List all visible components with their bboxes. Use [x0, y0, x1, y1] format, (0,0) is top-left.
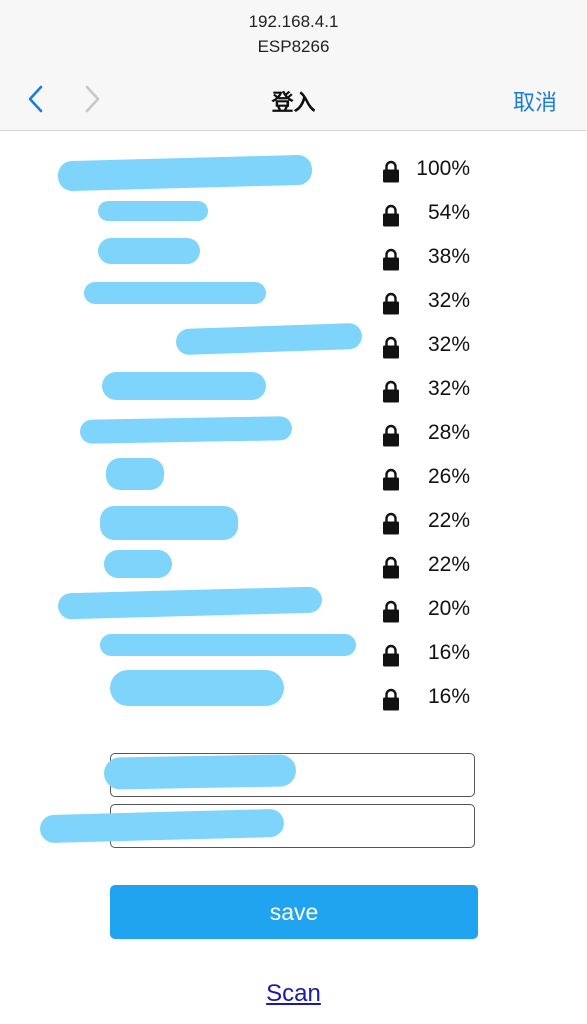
signal-quality: 16% — [427, 685, 470, 708]
signal-quality: 16% — [427, 641, 470, 664]
redaction-mark — [110, 670, 284, 706]
signal-quality: 26% — [427, 465, 470, 488]
lock-icon — [383, 688, 399, 711]
lock-icon — [383, 336, 399, 359]
nav-title: 登入 — [271, 90, 316, 115]
network-row: 28% — [0, 414, 587, 458]
redaction-mark — [57, 154, 313, 192]
redaction-mark — [57, 586, 323, 620]
redaction-mark — [98, 238, 200, 264]
lock-icon — [383, 204, 399, 227]
network-row: 16% — [0, 634, 587, 678]
address-host: 192.168.4.1 — [248, 12, 339, 31]
lock-icon — [383, 160, 399, 183]
lock-icon — [383, 292, 399, 315]
network-row: 38% — [0, 238, 587, 282]
redaction-mark — [84, 282, 266, 304]
redaction-mark — [104, 550, 172, 578]
network-row: 100% — [0, 150, 587, 194]
status-bar — [0, 0, 587, 8]
lock-icon — [383, 644, 399, 667]
lock-icon — [383, 600, 399, 623]
redaction-mark — [103, 754, 297, 790]
signal-quality: 32% — [427, 289, 470, 312]
cancel-button[interactable]: 取消 — [513, 85, 557, 117]
network-list: 100% 54% 38% 32% 32% 32% 28% 26% 22% 22%… — [0, 150, 587, 722]
lock-icon — [383, 380, 399, 403]
signal-quality: 28% — [427, 421, 470, 444]
browser-header: 192.168.4.1 ESP8266 登入 取消 — [0, 0, 587, 131]
signal-quality: 54% — [427, 201, 470, 224]
scan-link[interactable]: Scan — [0, 980, 587, 1008]
signal-quality: 32% — [427, 333, 470, 356]
network-row: 32% — [0, 282, 587, 326]
lock-icon — [383, 248, 399, 271]
network-row: 54% — [0, 194, 587, 238]
network-row: 32% — [0, 370, 587, 414]
redaction-mark — [100, 634, 356, 656]
redaction-mark — [100, 506, 238, 540]
signal-quality: 32% — [427, 377, 470, 400]
redaction-mark — [98, 201, 208, 221]
page-title: ESP8266 — [257, 37, 330, 56]
network-row: 16% — [0, 670, 587, 722]
signal-quality: 22% — [427, 509, 470, 532]
network-row: 32% — [0, 322, 587, 370]
network-row: 22% — [0, 502, 587, 546]
redaction-mark — [79, 416, 293, 444]
network-row: 26% — [0, 458, 587, 502]
signal-quality: 38% — [427, 245, 470, 268]
network-row: 22% — [0, 546, 587, 590]
redaction-mark — [106, 458, 164, 490]
lock-icon — [383, 468, 399, 491]
lock-icon — [383, 512, 399, 535]
network-row: 20% — [0, 586, 587, 634]
save-button[interactable]: save — [110, 885, 478, 939]
lock-icon — [383, 556, 399, 579]
redaction-mark — [102, 372, 266, 400]
lock-icon — [383, 424, 399, 447]
signal-quality: 100% — [416, 157, 470, 180]
signal-quality: 22% — [427, 553, 470, 576]
signal-quality: 20% — [427, 597, 470, 620]
